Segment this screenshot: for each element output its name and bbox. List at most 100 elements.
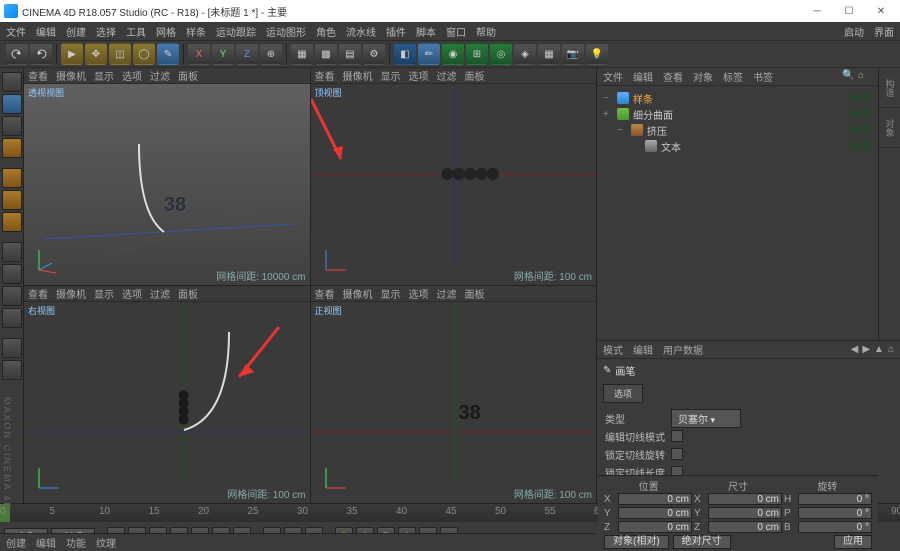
edit-tangent-checkbox[interactable] (671, 430, 683, 442)
menu-help[interactable]: 帮助 (476, 24, 496, 39)
menu-mesh[interactable]: 网格 (156, 24, 176, 39)
object-manager: 文件编辑查看对象标签书签 🔍⌂ −样条+细分曲面−挤压文本 (597, 68, 878, 340)
layout-label: 启动 (844, 24, 864, 39)
light[interactable]: 💡 (586, 43, 608, 65)
snap-toggle[interactable] (2, 286, 22, 306)
poly-mode[interactable] (2, 212, 22, 232)
viewport-grid: 查看摄像机显示选项过滤面板 透视视图 38 网格间距: 10000 cm 查看摄… (24, 68, 596, 503)
axis-mode[interactable] (2, 242, 22, 262)
texture-mode[interactable] (2, 116, 22, 136)
scale-tool[interactable]: ◫ (109, 43, 131, 65)
toolbar: ▶ ✥ ◫ ◯ ✎ X Y Z ⊕ ▦ ▩ ▤ ⚙ ◧ ✏ ◉ ⊞ ◎ ◈ ▦ … (0, 40, 900, 68)
tree-label: 样条 (633, 91, 653, 106)
pen-icon: ✎ (603, 365, 611, 376)
type-select[interactable]: 贝塞尔 ▾ (671, 409, 741, 428)
tree-label: 细分曲面 (633, 107, 673, 122)
menu-character[interactable]: 角色 (316, 24, 336, 39)
tree-icon (617, 92, 629, 104)
tree-row[interactable]: +细分曲面 (603, 106, 872, 122)
environment[interactable]: ▦ (538, 43, 560, 65)
render-picture[interactable]: ▤ (339, 43, 361, 65)
home-icon[interactable]: ⌂ (858, 70, 872, 84)
minimize-button[interactable]: ─ (802, 2, 832, 20)
menu-tools[interactable]: 工具 (126, 24, 146, 39)
coord-size-select[interactable]: 绝对尺寸 (673, 535, 731, 549)
tweak-mode[interactable] (2, 360, 22, 380)
coord-mode-select[interactable]: 对象(相对) (604, 535, 669, 549)
attr-tab-options[interactable]: 选项 (603, 384, 643, 403)
workplane-snap[interactable] (2, 308, 22, 328)
edge-mode[interactable] (2, 190, 22, 210)
apply-button[interactable]: 应用 (834, 535, 872, 549)
prim-cube[interactable]: ◧ (394, 43, 416, 65)
model-mode[interactable] (2, 94, 22, 114)
deformer[interactable]: ◈ (514, 43, 536, 65)
menu-create[interactable]: 创建 (66, 24, 86, 39)
layout-mode[interactable]: 界面 (874, 24, 894, 39)
sidetab-2[interactable]: 对象 (879, 108, 900, 148)
viewport-top[interactable]: 顶视图 ⬤⬤⬤⬤⬤ 网格间距: 100 cm (311, 84, 597, 285)
attr-title: 画笔 (615, 363, 635, 378)
brand-text: MAXON CINEMA 4D (2, 397, 12, 511)
app-logo-icon (4, 4, 18, 18)
tree-icon (631, 124, 643, 136)
prev-icon[interactable]: ◀ (851, 344, 859, 355)
next-icon[interactable]: ▶ (862, 344, 870, 355)
sidetab-1[interactable]: 构造 (879, 68, 900, 108)
axis-z-toggle[interactable]: Z (236, 43, 258, 65)
locked-button[interactable] (2, 338, 22, 358)
tree-row[interactable]: 文本 (603, 138, 872, 154)
menu-select[interactable]: 选择 (96, 24, 116, 39)
home-icon[interactable]: ⌂ (888, 344, 894, 355)
move-tool[interactable]: ✥ (85, 43, 107, 65)
tree-row[interactable]: −挤压 (603, 122, 872, 138)
tree-row[interactable]: −样条 (603, 90, 872, 106)
vp-menu[interactable]: 查看 (28, 68, 48, 83)
scene-text: 38 (164, 194, 186, 217)
menu-spline[interactable]: 样条 (186, 24, 206, 39)
scene-text-top: ⬤⬤⬤⬤⬤ (441, 166, 498, 180)
point-mode[interactable] (2, 168, 22, 188)
prim-instance[interactable]: ◎ (490, 43, 512, 65)
axis-x-toggle[interactable]: X (188, 43, 210, 65)
lock-rotation-checkbox[interactable] (671, 448, 683, 460)
menu-edit[interactable]: 编辑 (36, 24, 56, 39)
select-tool[interactable]: ▶ (61, 43, 83, 65)
tree-label: 挤压 (647, 123, 667, 138)
menu-file[interactable]: 文件 (6, 24, 26, 39)
menu-window[interactable]: 窗口 (446, 24, 466, 39)
menu-script[interactable]: 脚本 (416, 24, 436, 39)
redo-button[interactable] (30, 43, 52, 65)
render-view[interactable]: ▦ (291, 43, 313, 65)
menu-tracker[interactable]: 运动跟踪 (216, 24, 256, 39)
tree-icon (617, 108, 629, 120)
viewport-right[interactable]: 右视图 ⬤⬤⬤⬤ 网格间距: 100 cm (24, 302, 310, 503)
viewport-solo[interactable] (2, 264, 22, 284)
render-settings[interactable]: ⚙ (363, 43, 385, 65)
menu-mograph[interactable]: 运动图形 (266, 24, 306, 39)
camera[interactable]: 📷 (562, 43, 584, 65)
menu-plugins[interactable]: 插件 (386, 24, 406, 39)
workplane-mode[interactable] (2, 138, 22, 158)
rotate-tool[interactable]: ◯ (133, 43, 155, 65)
prim-array[interactable]: ⊞ (466, 43, 488, 65)
close-button[interactable]: ✕ (866, 2, 896, 20)
render-region[interactable]: ▩ (315, 43, 337, 65)
tree-label: 文本 (661, 139, 681, 154)
prim-subd[interactable]: ◉ (442, 43, 464, 65)
material-bar: 创建编辑功能纹理 (0, 533, 596, 551)
search-icon[interactable]: 🔍 (842, 70, 856, 84)
window-title: CINEMA 4D R18.057 Studio (RC - R18) - [未… (22, 4, 287, 19)
up-icon[interactable]: ▲ (874, 344, 884, 355)
viewport-front[interactable]: 正视图 38 网格间距: 100 cm (311, 302, 597, 503)
prim-pen[interactable]: ✏ (418, 43, 440, 65)
undo-button[interactable] (6, 43, 28, 65)
menu-bar: 文件 编辑 创建 选择 工具 网格 样条 运动跟踪 运动图形 角色 流水线 插件… (0, 22, 900, 40)
viewport-perspective[interactable]: 透视视图 38 网格间距: 10000 cm (24, 84, 310, 285)
menu-pipeline[interactable]: 流水线 (346, 24, 376, 39)
maximize-button[interactable]: ☐ (834, 2, 864, 20)
make-editable[interactable] (2, 72, 22, 92)
axis-y-toggle[interactable]: Y (212, 43, 234, 65)
recent-tool[interactable]: ✎ (157, 43, 179, 65)
coord-system[interactable]: ⊕ (260, 43, 282, 65)
